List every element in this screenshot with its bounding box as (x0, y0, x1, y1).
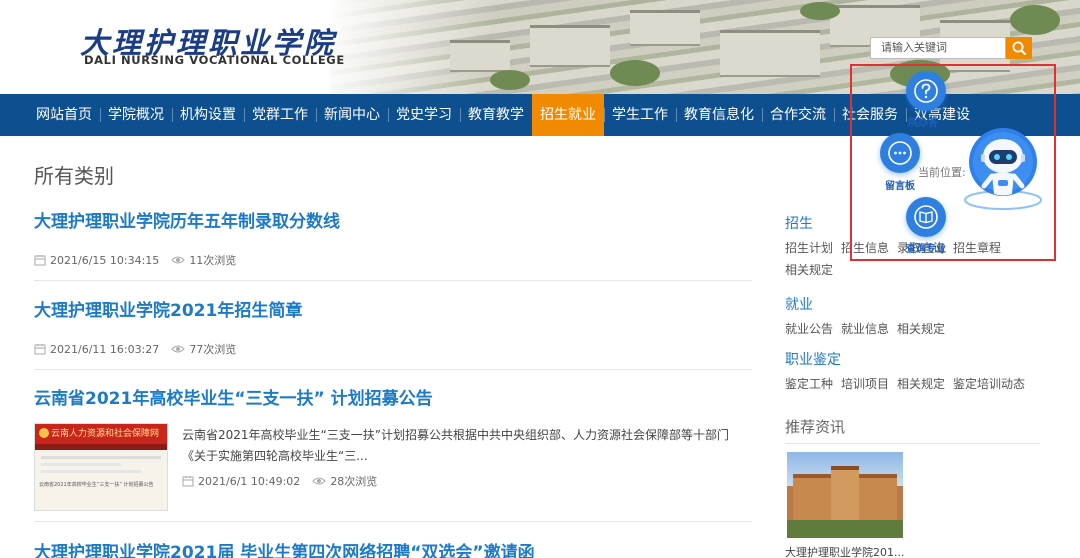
article-date: 2021/6/11 16:03:27 (50, 342, 160, 356)
site-search (870, 37, 1032, 59)
sidebar-link[interactable]: 相关规定 (897, 373, 945, 395)
nav-item-about[interactable]: 学院概况 (100, 94, 172, 136)
eye-icon (312, 477, 327, 485)
major-query-button[interactable] (906, 197, 946, 237)
article-views: 77次浏览 (189, 343, 237, 356)
sidebar-heading[interactable]: 就业 (785, 294, 1035, 314)
calendar-icon (34, 255, 46, 266)
message-board-label: 留言板 (885, 181, 915, 192)
major-query-label: 查询专业 (906, 244, 946, 255)
sidebar-link[interactable]: 鉴定工种 (785, 373, 833, 395)
nav-item-party-history[interactable]: 党史学习 (388, 94, 460, 136)
search-button[interactable] (1006, 37, 1032, 59)
article-date: 2021/6/1 10:49:02 (198, 474, 301, 488)
faq-button[interactable] (906, 71, 946, 111)
message-board-button[interactable] (880, 133, 920, 173)
article-summary-2: 《关于实施第四轮高校毕业生“三... (182, 449, 368, 463)
nav-item-departments[interactable]: 机构设置 (172, 94, 244, 136)
article-title[interactable]: 大理护理职业学院历年五年制录取分数线 (34, 207, 752, 232)
sidebar-link[interactable]: 相关规定 (897, 318, 945, 340)
chat-bubble-icon (888, 141, 912, 165)
eye-icon (171, 256, 186, 264)
article-title[interactable]: 大理护理职业学院2021年招生简章 (34, 296, 752, 321)
article-title[interactable]: 大理护理职业学院2021届 毕业生第四次网络招聘“双选会”邀请函 (34, 538, 535, 558)
calendar-icon (34, 344, 46, 355)
sidebar-link[interactable]: 鉴定培训动态 (953, 373, 1025, 395)
sidebar-link[interactable]: 招生计划 (785, 237, 833, 259)
sidebar-heading[interactable]: 职业鉴定 (785, 349, 1035, 369)
thumbnail-caption: 云南省2021年高校毕业生“三支一扶” 计划招募公告 (39, 482, 154, 488)
nav-item-cooperation[interactable]: 合作交流 (762, 94, 834, 136)
robot-assistant-icon[interactable] (958, 124, 1048, 214)
college-logo-english: DALI NURSING VOCATIONAL COLLEGE (84, 53, 345, 67)
article-meta: 2021/6/15 10:34:15 11次浏览 (34, 252, 752, 268)
sidebar-section-vocational: 职业鉴定 鉴定工种 培训项目 相关规定 鉴定培训动态 (785, 349, 1035, 395)
sidebar-link[interactable]: 培训项目 (841, 373, 889, 395)
article-meta: 2021/6/1 10:49:02 28次浏览 (182, 473, 752, 489)
emblem-icon (39, 428, 49, 438)
calendar-icon (182, 476, 194, 487)
search-input[interactable] (870, 37, 1006, 59)
nav-item-home[interactable]: 网站首页 (28, 94, 100, 136)
nav-item-teaching[interactable]: 教育教学 (460, 94, 532, 136)
article-views: 28次浏览 (330, 475, 378, 488)
recommend-caption[interactable]: 大理护理职业学院201... (785, 544, 905, 558)
article-meta: 2021/6/11 16:03:27 77次浏览 (34, 341, 752, 357)
page-title: 所有类别 (34, 164, 114, 188)
nav-item-news[interactable]: 新闻中心 (316, 94, 388, 136)
sidebar-link[interactable]: 相关规定 (785, 259, 833, 281)
sidebar-link[interactable]: 就业信息 (841, 318, 889, 340)
nav-item-it[interactable]: 教育信息化 (676, 94, 762, 136)
sidebar-section-employment: 就业 就业公告 就业信息 相关规定 (785, 294, 1035, 340)
article-date: 2021/6/15 10:34:15 (50, 253, 160, 267)
search-icon (1012, 41, 1026, 55)
faq-label: 院办答 (908, 118, 938, 129)
recommend-title: 推荐资讯 (785, 416, 1040, 444)
article-item: 大理护理职业学院历年五年制录取分数线 2021/6/15 10:34:15 11… (34, 207, 752, 281)
book-icon (914, 205, 938, 229)
article-views: 11次浏览 (189, 254, 237, 267)
article-summary: 云南省2021年高校毕业生“三支一扶”计划招募公共根据中共中央组织部、人力资源社… (182, 428, 729, 442)
recommend-image[interactable] (787, 452, 903, 538)
nav-item-students[interactable]: 学生工作 (604, 94, 676, 136)
question-icon (914, 79, 938, 103)
article-item: 大理护理职业学院2021年招生简章 2021/6/11 16:03:27 77次… (34, 296, 752, 370)
article-item: 云南省2021年高校毕业生“三支一扶” 计划招募公告 云南人力资源和社会保障网 … (34, 384, 752, 522)
article-thumbnail[interactable]: 云南人力资源和社会保障网 云南省2021年高校毕业生“三支一扶” 计划招募公告 (34, 423, 168, 511)
nav-item-admissions[interactable]: 招生就业 (532, 94, 604, 136)
sidebar-link[interactable]: 就业公告 (785, 318, 833, 340)
nav-item-party[interactable]: 党群工作 (244, 94, 316, 136)
eye-icon (171, 345, 186, 353)
thumbnail-banner: 云南人力资源和社会保障网 (35, 424, 167, 444)
article-title[interactable]: 云南省2021年高校毕业生“三支一扶” 计划招募公告 (34, 384, 752, 409)
